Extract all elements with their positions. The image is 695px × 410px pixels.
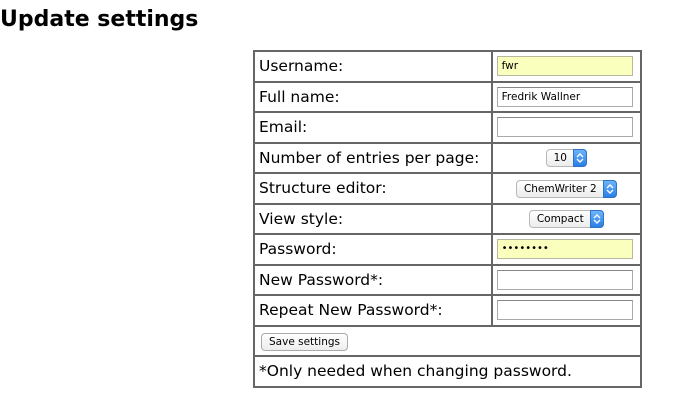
view-style-value: Compact: [536, 213, 584, 225]
settings-form-table: Username: fwr Full name: Fredrik Wallner…: [253, 50, 643, 388]
password-note: *Only needed when changing password.: [253, 355, 642, 388]
entries-per-page-label: Number of entries per page:: [253, 141, 493, 174]
form-row-note: *Only needed when changing password.: [253, 355, 642, 388]
entries-per-page-select[interactable]: 10: [545, 149, 587, 167]
new-password-label: New Password*:: [253, 263, 493, 296]
actions-cell: Save settings: [253, 324, 642, 357]
username-input[interactable]: fwr: [496, 56, 633, 77]
select-stepper-icon: [573, 149, 587, 167]
form-row-email: Email:: [253, 111, 643, 144]
email-label: Email:: [253, 111, 493, 144]
username-label: Username:: [253, 50, 493, 83]
form-row-view-style: View style: Compact: [253, 202, 643, 235]
page-title: Update settings: [0, 7, 199, 32]
repeat-new-password-label: Repeat New Password*:: [253, 294, 493, 327]
full-name-input[interactable]: Fredrik Wallner: [496, 86, 633, 107]
structure-editor-value: ChemWriter 2: [523, 182, 597, 195]
password-label: Password:: [253, 233, 493, 266]
select-stepper-icon: [602, 179, 617, 198]
structure-editor-label: Structure editor:: [253, 172, 493, 205]
form-row-password: Password: ••••••••: [253, 233, 643, 266]
view-style-select[interactable]: Compact: [528, 210, 604, 228]
select-stepper-icon: [589, 210, 604, 228]
form-row-structure-editor: Structure editor: ChemWriter 2: [253, 172, 643, 205]
repeat-new-password-input[interactable]: [496, 300, 633, 321]
form-row-actions: Save settings: [253, 324, 642, 357]
form-row-username: Username: fwr: [253, 50, 643, 83]
form-row-repeat-new-password: Repeat New Password*:: [253, 294, 643, 327]
save-settings-button[interactable]: Save settings: [261, 332, 348, 351]
full-name-label: Full name:: [253, 80, 493, 113]
form-row-new-password: New Password*:: [253, 263, 643, 296]
structure-editor-select[interactable]: ChemWriter 2: [515, 179, 617, 198]
view-style-label: View style:: [253, 202, 493, 235]
password-input[interactable]: ••••••••: [496, 239, 633, 260]
email-input[interactable]: [496, 117, 633, 138]
new-password-input[interactable]: [496, 269, 633, 290]
form-row-entries-per-page: Number of entries per page: 10: [253, 141, 643, 174]
form-row-full-name: Full name: Fredrik Wallner: [253, 80, 643, 113]
entries-per-page-value: 10: [553, 152, 567, 164]
